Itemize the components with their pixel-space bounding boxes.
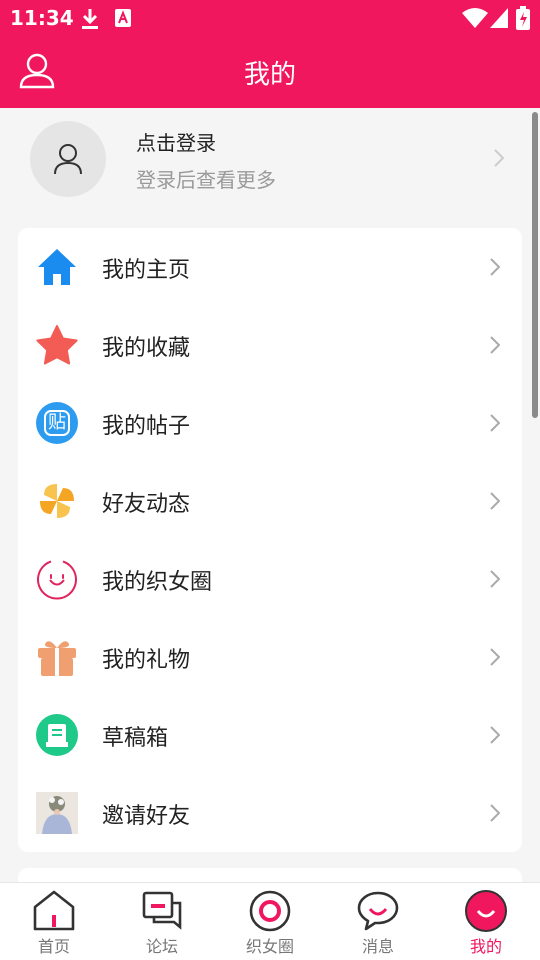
menu-item-my-circle[interactable]: 我的织女圈	[18, 540, 522, 618]
post-icon: 贴	[36, 402, 78, 444]
menu-item-my-gifts[interactable]: 我的礼物	[18, 618, 522, 696]
scrollbar[interactable]	[532, 112, 538, 418]
chevron-right-icon	[490, 570, 500, 588]
download-icon	[82, 9, 98, 29]
chevron-right-icon	[490, 726, 500, 744]
login-title[interactable]: 点击登录	[136, 127, 216, 156]
star-icon	[36, 325, 78, 365]
forum-tab-icon	[142, 891, 182, 930]
avatar-placeholder-icon	[54, 144, 82, 175]
chevron-right-icon	[494, 149, 504, 167]
home-tab-icon	[33, 890, 75, 931]
bottom-tab-bar: 首页 论坛 织女圈 消息 我的	[0, 882, 540, 960]
menu-item-label: 我的收藏	[102, 336, 191, 361]
chevron-right-icon	[490, 414, 500, 432]
chevron-right-icon	[490, 648, 500, 666]
circle-icon	[37, 560, 77, 600]
tab-label: 首页	[37, 937, 70, 956]
chevron-right-icon	[490, 804, 500, 822]
tab-label: 我的	[469, 937, 502, 956]
post-icon-glyph: 贴	[44, 410, 70, 436]
app-notification-icon	[115, 9, 131, 27]
menu-item-drafts[interactable]: 草稿箱	[18, 696, 522, 774]
tab-profile[interactable]: 我的	[432, 883, 540, 960]
app-bar: 我的	[0, 36, 540, 108]
menu-item-favorites[interactable]: 我的收藏	[18, 306, 522, 384]
tab-label: 论坛	[145, 937, 178, 956]
draft-icon	[36, 714, 78, 756]
menu-item-invite-friends[interactable]: 邀请好友	[18, 774, 522, 852]
status-bar: 11:34	[0, 0, 540, 36]
message-tab-icon	[357, 891, 399, 931]
menu-card: 我的主页 我的收藏 贴 我的帖子 好友动态 我的织女圈 我的礼物 草稿箱 邀请好…	[18, 228, 522, 852]
status-time: 11:34	[10, 6, 74, 30]
tab-label: 消息	[361, 937, 394, 956]
signal-icon	[490, 8, 508, 28]
tab-circle[interactable]: 织女圈	[216, 883, 324, 960]
menu-item-my-homepage[interactable]: 我的主页	[18, 228, 522, 306]
wifi-icon	[462, 8, 488, 28]
page-title: 我的	[243, 60, 296, 90]
tab-home[interactable]: 首页	[0, 883, 108, 960]
menu-item-label: 我的织女圈	[102, 570, 213, 595]
menu-item-friend-feed[interactable]: 好友动态	[18, 462, 522, 540]
tab-forum[interactable]: 论坛	[108, 883, 216, 960]
profile-tab-icon	[465, 890, 507, 932]
login-subtitle: 登录后查看更多	[136, 168, 276, 192]
menu-item-label: 邀请好友	[102, 804, 191, 829]
home-icon	[38, 249, 76, 285]
tab-label: 织女圈	[245, 937, 294, 956]
circle-tab-icon	[249, 890, 291, 932]
battery-icon	[516, 6, 530, 30]
invite-photo	[36, 792, 78, 834]
menu-item-label: 草稿箱	[102, 726, 169, 751]
menu-item-my-posts[interactable]: 贴 我的帖子	[18, 384, 522, 462]
gift-icon	[38, 641, 76, 676]
chevron-right-icon	[490, 258, 500, 276]
chevron-right-icon	[490, 492, 500, 510]
avatar[interactable]	[30, 121, 106, 197]
pinwheel-icon	[40, 484, 74, 518]
chevron-right-icon	[490, 336, 500, 354]
menu-item-label: 好友动态	[102, 492, 191, 517]
menu-item-label: 我的主页	[102, 258, 191, 283]
tab-messages[interactable]: 消息	[324, 883, 432, 960]
login-section[interactable]: 点击登录 登录后查看更多	[0, 108, 540, 218]
menu-item-label: 我的礼物	[102, 648, 191, 673]
menu-item-label: 我的帖子	[102, 414, 191, 439]
